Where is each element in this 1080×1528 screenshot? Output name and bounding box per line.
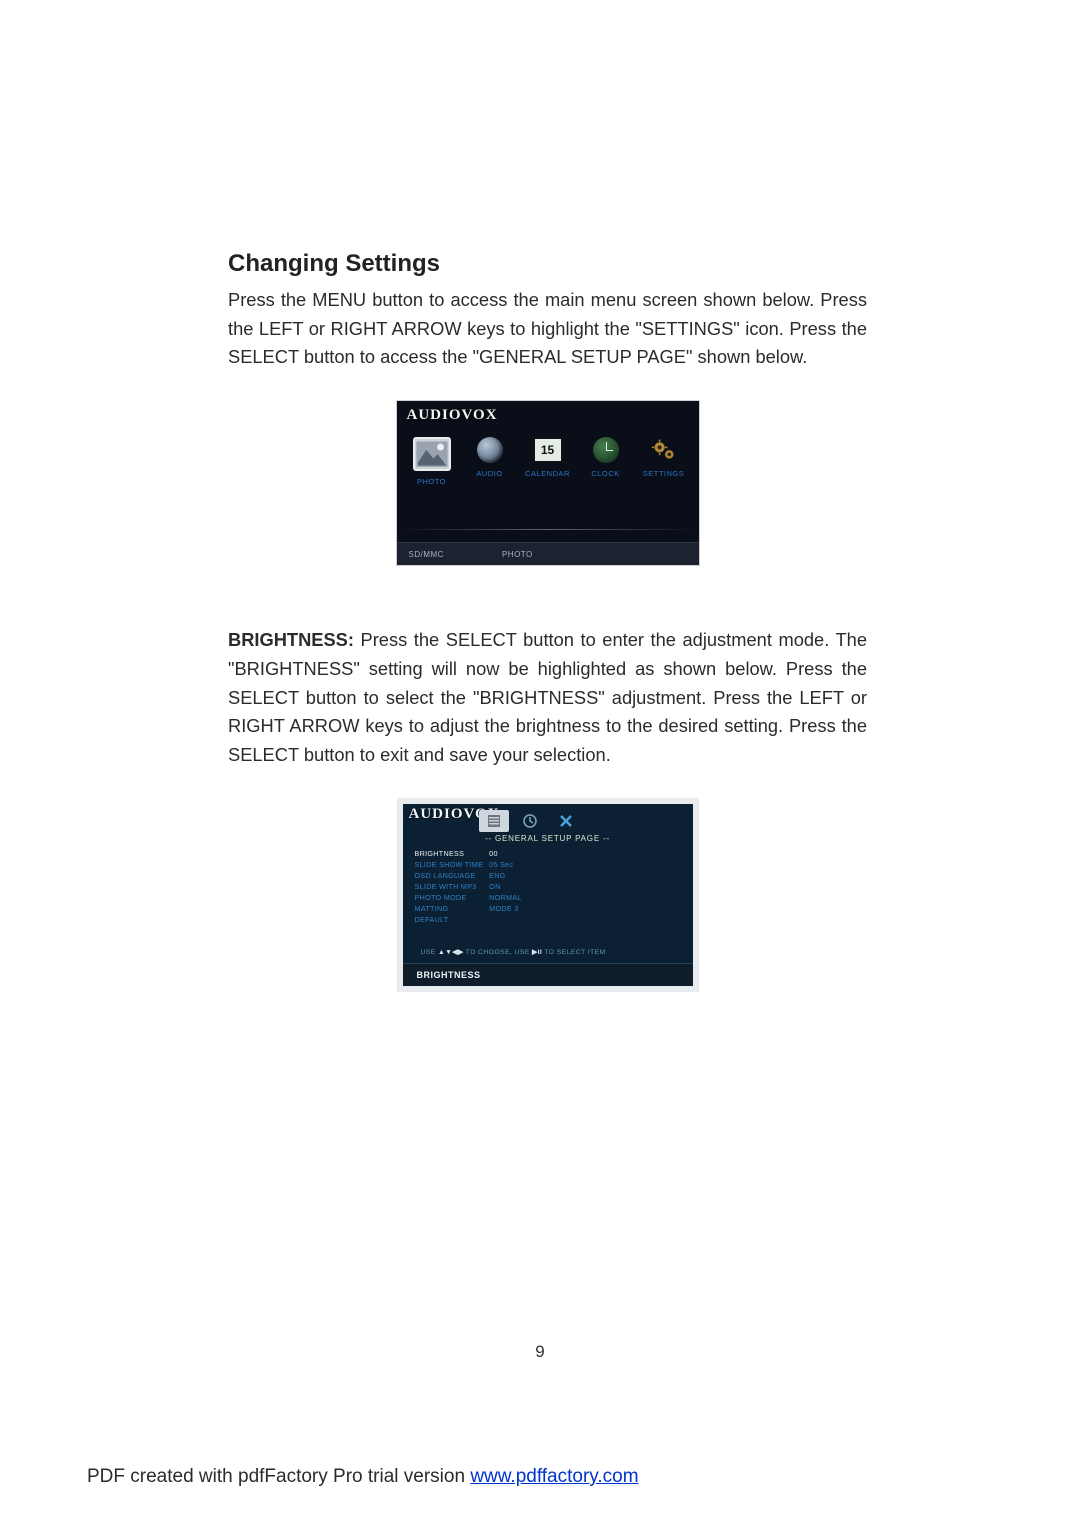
brand-logo: AUDIOVOX [407, 407, 498, 424]
settings-table: BRIGHTNESS00SLIDE SHOW TIME05 SecOSD LAN… [415, 848, 528, 925]
menu-item-photo[interactable]: PHOTO [405, 437, 459, 486]
menu-label: CALENDAR [525, 469, 570, 478]
sliders-icon [486, 813, 502, 829]
settings-row[interactable]: PHOTO MODENORMAL [415, 892, 528, 903]
settings-row[interactable]: BRIGHTNESS00 [415, 848, 528, 859]
setup-tab-clock[interactable] [515, 810, 545, 832]
settings-row[interactable]: SLIDE SHOW TIME05 Sec [415, 859, 528, 870]
settings-row[interactable]: SLIDE WITH MP3ON [415, 881, 528, 892]
setup-tab-general[interactable] [479, 810, 509, 832]
section-heading: Changing Settings [228, 250, 867, 278]
navigation-hint: USE ▲▼◀▶ TO CHOOSE, USE ▶II TO SELECT IT… [421, 948, 606, 956]
close-icon [558, 813, 574, 829]
menu-item-calendar[interactable]: 15 CALENDAR [521, 437, 575, 486]
brightness-label: BRIGHTNESS: [228, 629, 354, 650]
setup-footer: BRIGHTNESS [403, 963, 693, 986]
clock-small-icon [522, 813, 538, 829]
setting-key: MATTING [415, 903, 490, 914]
menu-bottom-bar: SD/MMC PHOTO [397, 542, 699, 565]
pdf-factory-footer: PDF created with pdfFactory Pro trial ve… [87, 1466, 639, 1488]
main-menu-screenshot: AUDIOVOX PHOTO AUDIO 15 CALENDAR CLOCK [396, 400, 700, 566]
pdf-factory-link[interactable]: www.pdffactory.com [470, 1466, 638, 1487]
settings-row[interactable]: OSD LANGUAGEENG [415, 870, 528, 881]
setting-key: PHOTO MODE [415, 892, 490, 903]
menu-item-settings[interactable]: SETTINGS [637, 437, 691, 486]
brightness-paragraph: BRIGHTNESS: Press the SELECT button to e… [228, 626, 867, 770]
setup-page-title: -- GENERAL SETUP PAGE -- [403, 834, 693, 843]
menu-label: CLOCK [591, 469, 619, 478]
audio-icon [477, 437, 503, 463]
calendar-icon: 15 [533, 437, 563, 463]
menu-label: AUDIO [476, 469, 502, 478]
photo-icon [413, 437, 451, 471]
media-indicator: SD/MMC [409, 550, 444, 559]
setting-value: ENG [489, 870, 528, 881]
setting-value: 05 Sec [489, 859, 528, 870]
setup-tab-close[interactable] [551, 810, 581, 832]
pdf-footer-text: PDF created with pdfFactory Pro trial ve… [87, 1466, 470, 1487]
setting-key: OSD LANGUAGE [415, 870, 490, 881]
setting-value: NORMAL [489, 892, 528, 903]
setting-value: ON [489, 881, 528, 892]
setup-tab-row [479, 810, 581, 832]
setting-key: SLIDE SHOW TIME [415, 859, 490, 870]
setting-value: 00 [489, 848, 528, 859]
settings-icon [650, 437, 678, 463]
menu-icon-row: PHOTO AUDIO 15 CALENDAR CLOCK [405, 437, 691, 486]
manual-page: Changing Settings Press the MENU button … [0, 0, 1080, 1528]
intro-paragraph: Press the MENU button to access the main… [228, 286, 867, 372]
setting-key: DEFAULT [415, 914, 490, 925]
menu-item-clock[interactable]: CLOCK [579, 437, 633, 486]
setting-value: MODE 3 [489, 903, 528, 914]
menu-label: PHOTO [417, 477, 446, 486]
setup-page-screenshot: AUDIOVOX -- GENERAL SETUP PAGE -- BRIGHT… [397, 798, 699, 992]
clock-icon [593, 437, 619, 463]
setup-footer-label: BRIGHTNESS [417, 970, 481, 980]
menu-label: SETTINGS [643, 469, 685, 478]
setting-value [489, 914, 528, 925]
menu-item-audio[interactable]: AUDIO [463, 437, 517, 486]
setting-key: SLIDE WITH MP3 [415, 881, 490, 892]
page-number: 9 [0, 1342, 1080, 1362]
setting-key: BRIGHTNESS [415, 848, 490, 859]
settings-row[interactable]: MATTINGMODE 3 [415, 903, 528, 914]
mode-indicator: PHOTO [502, 550, 533, 559]
settings-row[interactable]: DEFAULT [415, 914, 528, 925]
menu-divider [397, 529, 699, 530]
